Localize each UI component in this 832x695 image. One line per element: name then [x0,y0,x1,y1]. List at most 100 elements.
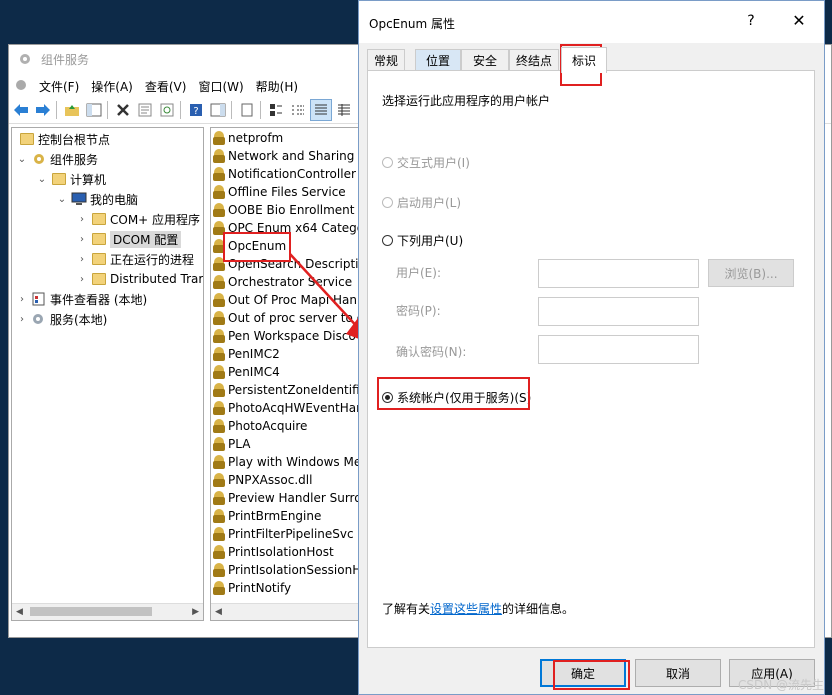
help-button[interactable]: ? [741,13,761,33]
small-icons-view-icon[interactable] [288,100,308,120]
list-item[interactable]: PrintFilterPipelineSvc [213,525,354,543]
list-item[interactable]: PhotoAcquire [213,417,307,435]
large-icons-view-icon[interactable] [266,100,286,120]
list-item[interactable]: PenIMC2 [213,345,280,363]
tree-item-running-processes[interactable]: › 正在运行的进程 [76,250,194,268]
tab-identity[interactable]: 标识 [561,47,607,73]
chevron-right-icon[interactable]: › [16,314,28,325]
list-item[interactable]: PrintIsolationSessionHo [213,561,361,579]
radio-interactive-user[interactable]: 交互式用户(I) [382,154,470,171]
list-item[interactable]: Play with Windows Me [213,453,361,471]
dcom-component-icon [213,527,225,541]
list-item[interactable]: PrintBrmEngine [213,507,321,525]
tab-endpoints[interactable]: 终结点 [509,49,559,71]
ok-button[interactable]: 确定 [540,659,626,687]
dcom-component-icon [213,293,225,307]
menu-window[interactable]: 窗口(W) [192,78,249,95]
tab-security[interactable]: 安全 [461,49,509,71]
forward-arrow-icon[interactable] [33,100,53,120]
list-item-label: netprofm [228,131,284,145]
chevron-down-icon[interactable]: ⌄ [56,194,68,205]
list-item[interactable]: Preview Handler Surro [213,489,361,507]
dcom-component-icon [213,563,225,577]
tree-item-console-root[interactable]: 控制台根节点 [16,130,110,148]
back-arrow-icon[interactable] [11,100,31,120]
up-folder-icon[interactable] [62,100,82,120]
tree-item-com-apps[interactable]: › COM+ 应用程序 [76,210,200,228]
component-services-icon [20,54,30,64]
properties-icon[interactable] [135,100,155,120]
chevron-down-icon[interactable]: ⌄ [16,154,28,165]
scroll-left-icon[interactable]: ◀ [215,607,222,617]
menu-file[interactable]: 文件(F) [33,78,85,95]
tree-item-distributed-transaction[interactable]: › Distributed Trar [76,270,203,288]
menu-help[interactable]: 帮助(H) [250,78,304,95]
radio-circle[interactable] [382,157,393,168]
radio-this-user[interactable]: 下列用户(U) [382,232,463,249]
list-item[interactable]: PhotoAcqHWEventHan [213,399,361,417]
list-item[interactable]: PrintNotify [213,579,291,597]
chevron-right-icon[interactable]: › [76,234,88,245]
list-item[interactable]: OPC Enum x64 Catego [213,219,362,237]
new-item-icon[interactable] [237,100,257,120]
chevron-down-icon[interactable]: ⌄ [36,174,48,185]
dcom-component-icon [213,401,225,415]
radio-system-account[interactable]: 系统帐户(仅用于服务)(S) [382,389,531,406]
list-item[interactable]: NotificationController A [213,165,361,183]
dcom-component-icon [213,311,225,325]
show-hide-tree-icon[interactable] [84,100,104,120]
learn-more-link[interactable]: 设置这些属性 [430,602,502,616]
user-input[interactable] [538,259,699,288]
tab-location[interactable]: 位置 [415,49,461,71]
confirm-password-input[interactable] [538,335,699,364]
radio-circle[interactable] [382,197,393,208]
list-item[interactable]: Network and Sharing C [213,147,362,165]
chevron-right-icon[interactable]: › [76,274,88,285]
radio-circle-selected[interactable] [382,392,393,403]
list-item[interactable]: OpcEnum [213,237,286,255]
list-item-label: OPC Enum x64 Catego [228,221,362,235]
details-view-icon[interactable] [334,100,354,120]
toolbar-separator [260,101,261,119]
delete-icon[interactable] [113,100,133,120]
list-item[interactable]: PenIMC4 [213,363,280,381]
horizontal-scrollbar[interactable]: ◀ [211,603,361,620]
scrollbar-thumb[interactable] [30,607,152,616]
cancel-button[interactable]: 取消 [635,659,721,687]
list-item[interactable]: OOBE Bio Enrollment [213,201,355,219]
browse-button[interactable]: 浏览(B)... [708,259,794,287]
help-icon[interactable]: ? [186,100,206,120]
svg-text:?: ? [193,106,198,117]
show-hide-action-pane-icon[interactable] [208,100,228,120]
tree-item-my-computer[interactable]: ⌄ 我的电脑 [56,190,138,208]
list-item[interactable]: PersistentZoneIdentifie [213,381,361,399]
list-item-label: Network and Sharing C [228,149,362,163]
list-item[interactable]: PLA [213,435,250,453]
list-item[interactable]: netprofm [213,129,283,147]
list-item[interactable]: PrintIsolationHost [213,543,334,561]
radio-launching-user[interactable]: 启动用户(L) [382,194,461,211]
list-view-icon[interactable] [310,99,332,121]
computer-icon [71,192,87,205]
password-input[interactable] [538,297,699,326]
tree-item-services[interactable]: › 服务(本地) [16,310,107,328]
menu-action[interactable]: 操作(A) [85,78,139,95]
tree-item-dcom-config[interactable]: › DCOM 配置 [76,230,182,248]
list-item[interactable]: Offline Files Service [213,183,346,201]
chevron-right-icon[interactable]: › [76,214,88,225]
radio-circle[interactable] [382,235,393,246]
scroll-left-icon[interactable]: ◀ [16,607,23,617]
chevron-right-icon[interactable]: › [76,254,88,265]
close-button[interactable]: ✕ [787,11,811,33]
refresh-icon[interactable] [157,100,177,120]
system-menu-icon[interactable] [9,77,33,96]
tree-item-computers[interactable]: ⌄ 计算机 [36,170,106,188]
chevron-right-icon[interactable]: › [16,294,28,305]
tab-general[interactable]: 常规 [367,49,405,71]
tree-item-component-services[interactable]: ⌄ 组件服务 [16,150,98,168]
scroll-right-icon[interactable]: ▶ [192,607,199,617]
tree-item-event-viewer[interactable]: › 事件查看器 (本地) [16,290,147,308]
list-item[interactable]: PNPXAssoc.dll [213,471,312,489]
horizontal-scrollbar[interactable]: ◀ ▶ [12,603,203,620]
menu-view[interactable]: 查看(V) [139,78,193,95]
